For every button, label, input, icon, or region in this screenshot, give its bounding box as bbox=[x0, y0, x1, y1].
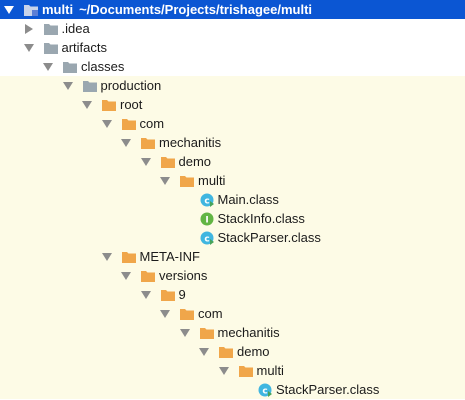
orange-folder-icon bbox=[101, 97, 117, 113]
tree-node-label: Main.class bbox=[217, 192, 279, 207]
tree-node-label: StackParser.class bbox=[217, 230, 321, 245]
tree-node-label: StackParser.class bbox=[276, 382, 380, 397]
orange-folder-icon bbox=[238, 363, 254, 379]
class-icon: c bbox=[257, 382, 273, 398]
expand-down-icon[interactable] bbox=[101, 118, 113, 130]
expand-down-icon[interactable] bbox=[140, 289, 152, 301]
tree-node-com[interactable]: com bbox=[0, 114, 465, 133]
expand-down-icon[interactable] bbox=[218, 365, 230, 377]
tree-node-label: demo bbox=[178, 154, 212, 169]
expand-right-icon[interactable] bbox=[23, 23, 35, 35]
tree-node-classes[interactable]: classes bbox=[0, 57, 465, 76]
orange-folder-icon bbox=[218, 344, 234, 360]
folder-icon bbox=[62, 59, 78, 75]
tree-node-label: com bbox=[198, 306, 223, 321]
tree-node-idea[interactable]: .idea bbox=[0, 19, 465, 38]
tree-node-label: .idea bbox=[61, 21, 90, 36]
svg-text:c: c bbox=[204, 196, 209, 206]
expand-down-icon[interactable] bbox=[42, 61, 54, 73]
tree-node-stackinfo-class[interactable]: I StackInfo.class bbox=[0, 209, 465, 228]
expand-down-icon[interactable] bbox=[62, 80, 74, 92]
expand-down-icon[interactable] bbox=[23, 42, 35, 54]
tree-node-main-class[interactable]: c Main.class bbox=[0, 190, 465, 209]
expand-down-icon[interactable] bbox=[159, 175, 171, 187]
tree-node-mechanitis[interactable]: mechanitis bbox=[0, 133, 465, 152]
tree-node-label: com bbox=[139, 116, 165, 131]
expand-down-icon[interactable] bbox=[140, 156, 152, 168]
orange-folder-icon bbox=[160, 287, 176, 303]
expand-down-icon[interactable] bbox=[120, 137, 132, 149]
orange-folder-icon bbox=[199, 325, 215, 341]
tree-node-demo[interactable]: demo bbox=[0, 152, 465, 171]
tree-node-com[interactable]: com bbox=[0, 304, 465, 323]
tree-node-label: mechanitis bbox=[217, 325, 280, 340]
expand-down-icon[interactable] bbox=[179, 327, 191, 339]
tree-node-label: multi bbox=[198, 173, 226, 188]
tree-node-multi[interactable]: multi bbox=[0, 361, 465, 380]
tree-node-label: multi bbox=[256, 363, 284, 378]
orange-folder-icon bbox=[160, 154, 176, 170]
tree-node-label: root bbox=[120, 97, 143, 112]
tree-node-multi[interactable]: multi ~/Documents/Projects/trishagee/mult… bbox=[0, 0, 465, 19]
folder-icon bbox=[43, 21, 59, 37]
module-folder-icon bbox=[23, 2, 39, 18]
tree-node-label: demo bbox=[237, 344, 270, 359]
tree-node-label: multi bbox=[42, 2, 74, 17]
tree-node-multi[interactable]: multi bbox=[0, 171, 465, 190]
class-icon: c bbox=[199, 230, 215, 246]
tree-node-mechanitis[interactable]: mechanitis bbox=[0, 323, 465, 342]
expand-down-icon[interactable] bbox=[120, 270, 132, 282]
tree-node-label: StackInfo.class bbox=[217, 211, 305, 226]
svg-text:c: c bbox=[262, 386, 267, 396]
tree-node-label: versions bbox=[159, 268, 208, 283]
tree-node-stackparser-class[interactable]: c StackParser.class bbox=[0, 380, 465, 399]
tree-node-label: production bbox=[100, 78, 162, 93]
tree-node-label: mechanitis bbox=[159, 135, 222, 150]
expand-down-icon[interactable] bbox=[101, 251, 113, 263]
folder-icon bbox=[43, 40, 59, 56]
tree-node-label: 9 bbox=[178, 287, 186, 302]
project-tree: multi ~/Documents/Projects/trishagee/mult… bbox=[0, 0, 465, 400]
tree-node-stackparser-class[interactable]: c StackParser.class bbox=[0, 228, 465, 247]
class-icon: c bbox=[199, 192, 215, 208]
tree-node-9[interactable]: 9 bbox=[0, 285, 465, 304]
folder-icon bbox=[82, 78, 98, 94]
orange-folder-icon bbox=[140, 268, 156, 284]
tree-node-production[interactable]: production bbox=[0, 76, 465, 95]
svg-text:I: I bbox=[205, 215, 208, 225]
interface-icon: I bbox=[199, 211, 215, 227]
orange-folder-icon bbox=[140, 135, 156, 151]
expand-down-icon[interactable] bbox=[159, 308, 171, 320]
svg-text:c: c bbox=[204, 234, 209, 244]
orange-folder-icon bbox=[121, 116, 137, 132]
tree-node-versions[interactable]: versions bbox=[0, 266, 465, 285]
tree-node-root[interactable]: root bbox=[0, 95, 465, 114]
expand-down-icon[interactable] bbox=[198, 346, 210, 358]
orange-folder-icon bbox=[179, 306, 195, 322]
expand-down-icon[interactable] bbox=[81, 99, 93, 111]
orange-folder-icon bbox=[179, 173, 195, 189]
tree-node-artifacts[interactable]: artifacts bbox=[0, 38, 465, 57]
tree-node-label: META-INF bbox=[139, 249, 200, 264]
orange-folder-icon bbox=[121, 249, 137, 265]
tree-node-path: ~/Documents/Projects/trishagee/multi bbox=[79, 2, 313, 17]
tree-node-label: artifacts bbox=[61, 40, 108, 55]
expand-down-icon[interactable] bbox=[3, 4, 15, 16]
tree-node-demo[interactable]: demo bbox=[0, 342, 465, 361]
tree-node-meta-inf[interactable]: META-INF bbox=[0, 247, 465, 266]
tree-node-label: classes bbox=[81, 59, 125, 74]
